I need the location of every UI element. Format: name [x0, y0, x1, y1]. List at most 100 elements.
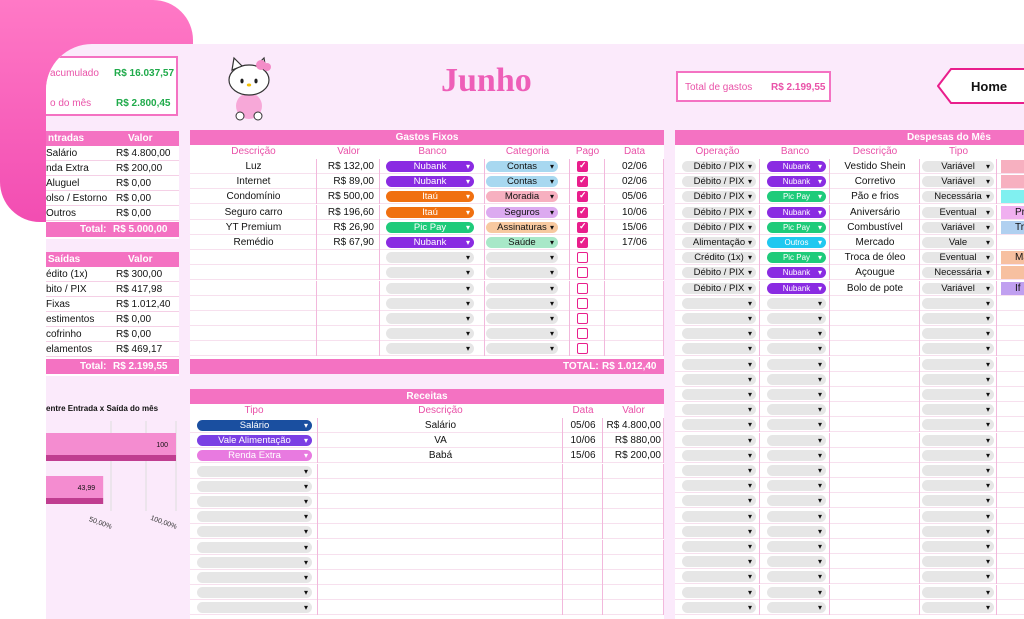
bank-dropdown[interactable]: Pic Pay	[767, 252, 826, 264]
tipo-dropdown[interactable]	[922, 434, 994, 446]
operacao-dropdown[interactable]	[682, 556, 756, 568]
bank-dropdown[interactable]	[767, 404, 826, 416]
bank-dropdown[interactable]	[767, 586, 826, 598]
bank-dropdown[interactable]	[767, 449, 826, 461]
tipo-dropdown[interactable]	[197, 572, 312, 583]
bank-dropdown[interactable]	[386, 267, 474, 279]
category-dropdown[interactable]	[486, 343, 558, 355]
bank-dropdown[interactable]	[767, 556, 826, 568]
bank-dropdown[interactable]: Pic Pay	[767, 221, 826, 233]
bank-dropdown[interactable]: Nubank	[386, 176, 474, 188]
bank-dropdown[interactable]	[767, 373, 826, 385]
bank-dropdown[interactable]	[767, 541, 826, 552]
category-dropdown[interactable]	[486, 297, 558, 309]
tipo-dropdown[interactable]	[922, 373, 994, 385]
bank-dropdown[interactable]: Itaú	[386, 191, 474, 203]
bank-dropdown[interactable]: Nubank	[386, 237, 474, 248]
operacao-dropdown[interactable]: Alimentação	[682, 237, 756, 248]
tipo-dropdown[interactable]: Necessária	[922, 267, 994, 279]
operacao-dropdown[interactable]	[682, 495, 756, 507]
tipo-dropdown[interactable]: Variável	[922, 176, 994, 188]
tipo-dropdown[interactable]: Vale	[922, 237, 994, 248]
tipo-dropdown[interactable]	[922, 465, 994, 476]
bank-dropdown[interactable]	[767, 343, 826, 355]
bank-dropdown[interactable]	[767, 313, 826, 324]
tipo-dropdown[interactable]	[922, 510, 994, 522]
tipo-dropdown[interactable]	[922, 586, 994, 598]
tipo-dropdown[interactable]: Renda Extra	[197, 450, 312, 462]
operacao-dropdown[interactable]	[682, 419, 756, 431]
tipo-dropdown[interactable]: Vale Alimentação	[197, 435, 312, 447]
operacao-dropdown[interactable]	[682, 434, 756, 446]
category-dropdown[interactable]: Moradia	[486, 191, 558, 203]
tipo-dropdown[interactable]	[197, 587, 312, 599]
operacao-dropdown[interactable]	[682, 358, 756, 370]
tipo-dropdown[interactable]	[197, 541, 312, 553]
bank-dropdown[interactable]	[767, 571, 826, 583]
operacao-dropdown[interactable]	[682, 480, 756, 492]
operacao-dropdown[interactable]	[682, 328, 756, 340]
tipo-dropdown[interactable]	[922, 358, 994, 370]
bank-dropdown[interactable]: Nubank	[386, 161, 474, 172]
operacao-dropdown[interactable]	[682, 449, 756, 461]
category-dropdown[interactable]	[486, 282, 558, 294]
operacao-dropdown[interactable]	[682, 313, 756, 324]
operacao-dropdown[interactable]: Débito / PIX	[682, 176, 756, 188]
tipo-dropdown[interactable]	[197, 526, 312, 538]
bank-dropdown[interactable]	[767, 525, 826, 537]
operacao-dropdown[interactable]	[682, 525, 756, 537]
tipo-dropdown[interactable]	[922, 601, 994, 613]
tipo-dropdown[interactable]	[922, 556, 994, 568]
category-dropdown[interactable]	[486, 267, 558, 279]
tipo-dropdown[interactable]: Variável	[922, 282, 994, 294]
tipo-dropdown[interactable]	[922, 495, 994, 507]
tipo-dropdown[interactable]	[922, 297, 994, 309]
bank-dropdown[interactable]	[767, 480, 826, 492]
bank-dropdown[interactable]	[386, 282, 474, 294]
tipo-dropdown[interactable]	[922, 449, 994, 461]
bank-dropdown[interactable]	[767, 297, 826, 309]
operacao-dropdown[interactable]: Débito / PIX	[682, 221, 756, 233]
bank-dropdown[interactable]: Nubank	[767, 267, 826, 279]
tipo-dropdown[interactable]	[197, 511, 312, 523]
category-dropdown[interactable]: Assinaturas	[486, 221, 558, 233]
operacao-dropdown[interactable]: Crédito (1x)	[682, 252, 756, 264]
bank-dropdown[interactable]	[767, 328, 826, 340]
paid-checkbox[interactable]	[577, 175, 588, 188]
operacao-dropdown[interactable]	[682, 601, 756, 613]
operacao-dropdown[interactable]	[682, 541, 756, 552]
operacao-dropdown[interactable]: Débito / PIX	[682, 267, 756, 279]
tipo-dropdown[interactable]	[922, 343, 994, 355]
operacao-dropdown[interactable]	[682, 297, 756, 309]
paid-checkbox[interactable]	[577, 313, 588, 324]
operacao-dropdown[interactable]	[682, 465, 756, 476]
bank-dropdown[interactable]	[767, 434, 826, 446]
bank-dropdown[interactable]: Nubank	[767, 161, 826, 172]
operacao-dropdown[interactable]	[682, 343, 756, 355]
operacao-dropdown[interactable]	[682, 571, 756, 583]
tipo-dropdown[interactable]: Eventual	[922, 252, 994, 264]
operacao-dropdown[interactable]	[682, 389, 756, 400]
bank-dropdown[interactable]	[767, 465, 826, 476]
paid-checkbox[interactable]	[577, 328, 588, 340]
operacao-dropdown[interactable]: Débito / PIX	[682, 191, 756, 203]
tipo-dropdown[interactable]	[922, 541, 994, 552]
paid-checkbox[interactable]	[577, 190, 588, 203]
operacao-dropdown[interactable]	[682, 586, 756, 598]
bank-dropdown[interactable]	[386, 297, 474, 309]
paid-checkbox[interactable]	[577, 282, 588, 294]
category-dropdown[interactable]: Contas	[486, 176, 558, 188]
tipo-dropdown[interactable]	[197, 496, 312, 507]
bank-dropdown[interactable]: Pic Pay	[767, 191, 826, 203]
tipo-dropdown[interactable]: Salário	[197, 420, 312, 431]
home-button[interactable]: Home	[937, 68, 1024, 104]
operacao-dropdown[interactable]	[682, 510, 756, 522]
tipo-dropdown[interactable]	[922, 328, 994, 340]
operacao-dropdown[interactable]: Débito / PIX	[682, 161, 756, 172]
category-dropdown[interactable]	[486, 313, 558, 324]
bank-dropdown[interactable]	[767, 510, 826, 522]
bank-dropdown[interactable]	[386, 313, 474, 324]
tipo-dropdown[interactable]	[197, 465, 312, 477]
bank-dropdown[interactable]	[386, 343, 474, 355]
tipo-dropdown[interactable]	[197, 556, 312, 568]
